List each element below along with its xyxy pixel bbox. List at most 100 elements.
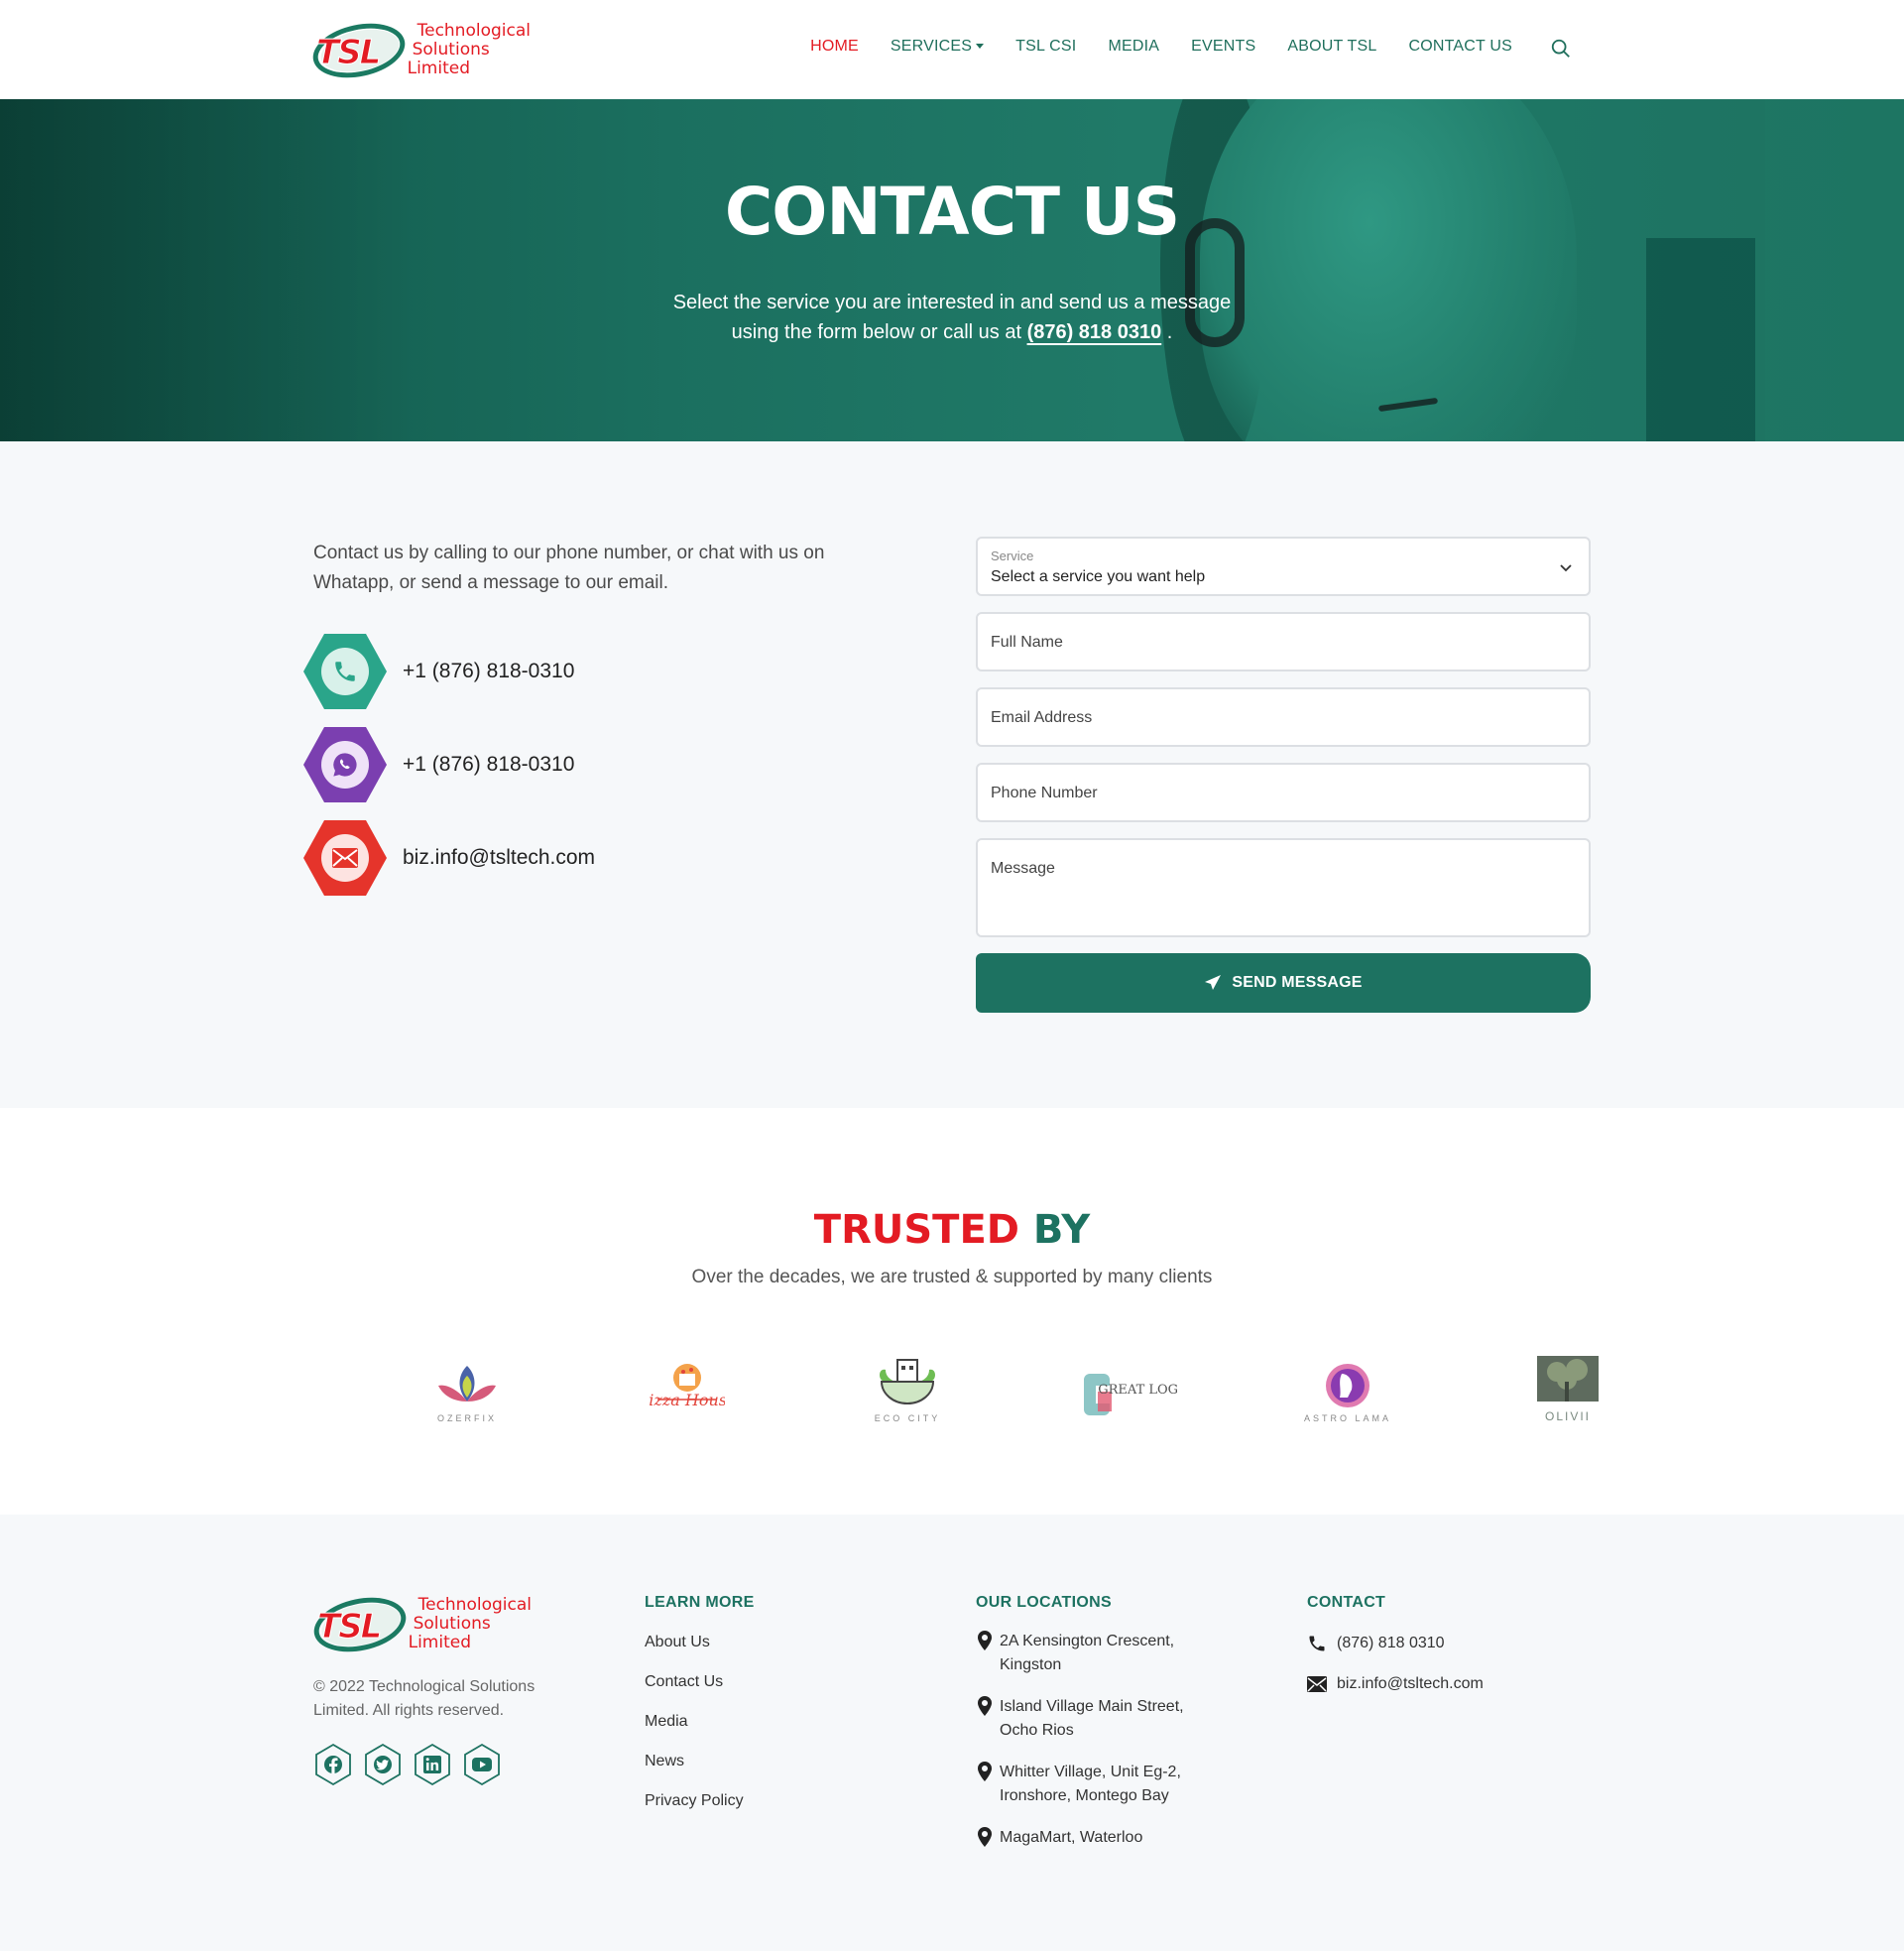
main-nav: HOME SERVICES TSL CSI MEDIA EVENTS ABOUT…	[778, 38, 1512, 56]
learn-more-heading: LEARN MORE	[645, 1594, 755, 1611]
phone-placeholder: Phone Number	[991, 785, 1098, 801]
mail-icon	[332, 848, 358, 868]
location-item: MagaMart, Waterloo	[976, 1826, 1218, 1850]
send-message-label: SEND MESSAGE	[1232, 974, 1363, 991]
service-select-label: Service	[991, 549, 1034, 563]
footer-email[interactable]: biz.info@tsltech.com	[1307, 1675, 1484, 1693]
astro-lama-logo-icon	[1326, 1364, 1369, 1407]
contact-email[interactable]: biz.info@tsltech.com	[303, 820, 595, 896]
hero-photo	[1200, 99, 1577, 441]
footer-link-media[interactable]: Media	[645, 1712, 755, 1731]
map-pin-icon	[978, 1696, 992, 1716]
mail-icon	[1307, 1676, 1327, 1692]
hero-phone-link[interactable]: (876) 818 0310	[1027, 321, 1162, 343]
phone-field[interactable]: Phone Number	[976, 763, 1591, 822]
client-logo-ozerfix: OZERFIX	[357, 1344, 577, 1423]
map-pin-icon	[978, 1827, 992, 1847]
client-name: OZERFIX	[436, 1413, 497, 1423]
client-logo-eco-city: ECO CITY	[797, 1344, 1017, 1423]
mail-badge	[303, 820, 387, 896]
site-header: TSL Technological Solutions Limited HOME…	[0, 0, 1904, 99]
phone-icon	[335, 662, 355, 681]
caret-down-icon	[976, 44, 985, 50]
contact-whatsapp[interactable]: +1 (876) 818-0310	[303, 727, 574, 802]
trusted-title: TRUSTED BY	[813, 1207, 1091, 1253]
client-name: OLIVII	[1544, 1409, 1591, 1423]
email-field[interactable]: Email Address	[976, 687, 1591, 747]
client-name: Pizza House	[650, 1391, 725, 1409]
search-icon[interactable]	[1550, 38, 1572, 60]
client-logos: OZERFIX Pizza House ECO CITY GREAT LOGO …	[357, 1344, 1678, 1423]
phone-icon	[1309, 1636, 1325, 1651]
nav-services[interactable]: SERVICES	[890, 38, 985, 56]
tree-logo-icon	[1537, 1356, 1599, 1402]
full-name-placeholder: Full Name	[991, 634, 1063, 651]
youtube-icon[interactable]	[462, 1743, 502, 1786]
contact-phone-value: +1 (876) 818-0310	[403, 660, 575, 682]
nav-about[interactable]: ABOUT TSL	[1287, 38, 1376, 56]
logo-mark: TSL	[307, 15, 411, 86]
whatsapp-icon	[333, 753, 357, 777]
trusted-subtitle: Over the decades, we are trusted & suppo…	[691, 1267, 1213, 1287]
client-name: ECO CITY	[874, 1413, 941, 1423]
message-placeholder: Message	[991, 860, 1055, 877]
footer-link-news[interactable]: News	[645, 1752, 755, 1770]
client-name: GREAT LOGO	[1098, 1383, 1177, 1398]
nav-contact[interactable]: CONTACT US	[1408, 38, 1512, 56]
nav-events[interactable]: EVENTS	[1191, 38, 1255, 56]
hero-description: Select the service you are interested in…	[672, 292, 1232, 343]
site-logo[interactable]: TSL Technological Solutions Limited	[307, 15, 531, 86]
client-logo-pizza-house: Pizza House	[577, 1344, 797, 1423]
send-message-button[interactable]: SEND MESSAGE	[976, 953, 1591, 1013]
location-item: Whitter Village, Unit Eg-2, Ironshore, M…	[976, 1761, 1218, 1808]
footer-logo[interactable]: TSL Technological Solutions Limited	[308, 1589, 532, 1660]
send-icon	[1205, 975, 1222, 990]
contact-whatsapp-value: +1 (876) 818-0310	[403, 753, 575, 776]
copyright: © 2022 Technological Solutions Limited. …	[313, 1678, 536, 1719]
location-item: Island Village Main Street, Ocho Rios	[976, 1695, 1218, 1743]
nav-media[interactable]: MEDIA	[1108, 38, 1159, 56]
contact-intro: Contact us by calling to our phone numbe…	[313, 543, 825, 593]
twitter-icon[interactable]	[363, 1743, 403, 1786]
contact-section: Contact us by calling to our phone numbe…	[0, 441, 1904, 1108]
location-item: 2A Kensington Crescent, Kingston	[976, 1630, 1218, 1677]
footer-link-privacy[interactable]: Privacy Policy	[645, 1791, 755, 1810]
logo-wordmark: Technological Solutions Limited	[408, 1594, 532, 1652]
footer-phone[interactable]: (876) 818 0310	[1307, 1634, 1484, 1653]
facebook-icon[interactable]	[313, 1743, 353, 1786]
message-field[interactable]: Message	[976, 838, 1591, 937]
whatsapp-badge	[303, 727, 387, 802]
map-pin-icon	[978, 1631, 992, 1650]
full-name-field[interactable]: Full Name	[976, 612, 1591, 671]
phone-badge	[303, 634, 387, 709]
great-logo-icon: GREAT LOGO	[1084, 1374, 1177, 1415]
lotus-logo-icon	[438, 1366, 496, 1402]
client-logo-great-logo: GREAT LOGO	[1017, 1344, 1238, 1423]
logo-mark: TSL	[308, 1589, 412, 1660]
contact-phone[interactable]: +1 (876) 818-0310	[303, 634, 574, 709]
contact-form: Service Select a service you want help F…	[976, 537, 1591, 1013]
footer-link-contact[interactable]: Contact Us	[645, 1672, 755, 1691]
client-name: ASTRO LAMA	[1303, 1413, 1391, 1423]
locations-heading: OUR LOCATIONS	[976, 1594, 1112, 1611]
footer-locations: OUR LOCATIONS 2A Kensington Crescent, Ki…	[976, 1594, 1218, 1850]
footer-link-about[interactable]: About Us	[645, 1633, 755, 1651]
logo-wordmark: Technological Solutions Limited	[407, 20, 531, 78]
footer-contact: CONTACT (876) 818 0310 biz.info@tsltech.…	[1307, 1594, 1484, 1693]
trusted-by-section: TRUSTED BY Over the decades, we are trus…	[0, 1108, 1904, 1515]
nav-home[interactable]: HOME	[810, 38, 859, 56]
nav-tsl-csi[interactable]: TSL CSI	[1015, 38, 1076, 56]
map-pin-icon	[978, 1762, 992, 1781]
nav-services-label: SERVICES	[890, 38, 973, 55]
linkedin-icon[interactable]	[413, 1743, 452, 1786]
eco-city-logo-icon	[880, 1359, 935, 1404]
site-footer: TSL Technological Solutions Limited © 20…	[0, 1515, 1904, 1951]
logo-mark-text: TSL	[315, 33, 381, 73]
client-logo-olivii: OLIVII	[1458, 1344, 1678, 1423]
pizza-logo-icon: Pizza House	[650, 1364, 725, 1409]
social-links	[313, 1743, 502, 1786]
service-select[interactable]: Service Select a service you want help	[976, 537, 1591, 596]
service-select-value: Select a service you want help	[991, 568, 1206, 585]
footer-learn-more: LEARN MORE About Us Contact Us Media New…	[645, 1594, 755, 1810]
email-placeholder: Email Address	[991, 709, 1093, 726]
